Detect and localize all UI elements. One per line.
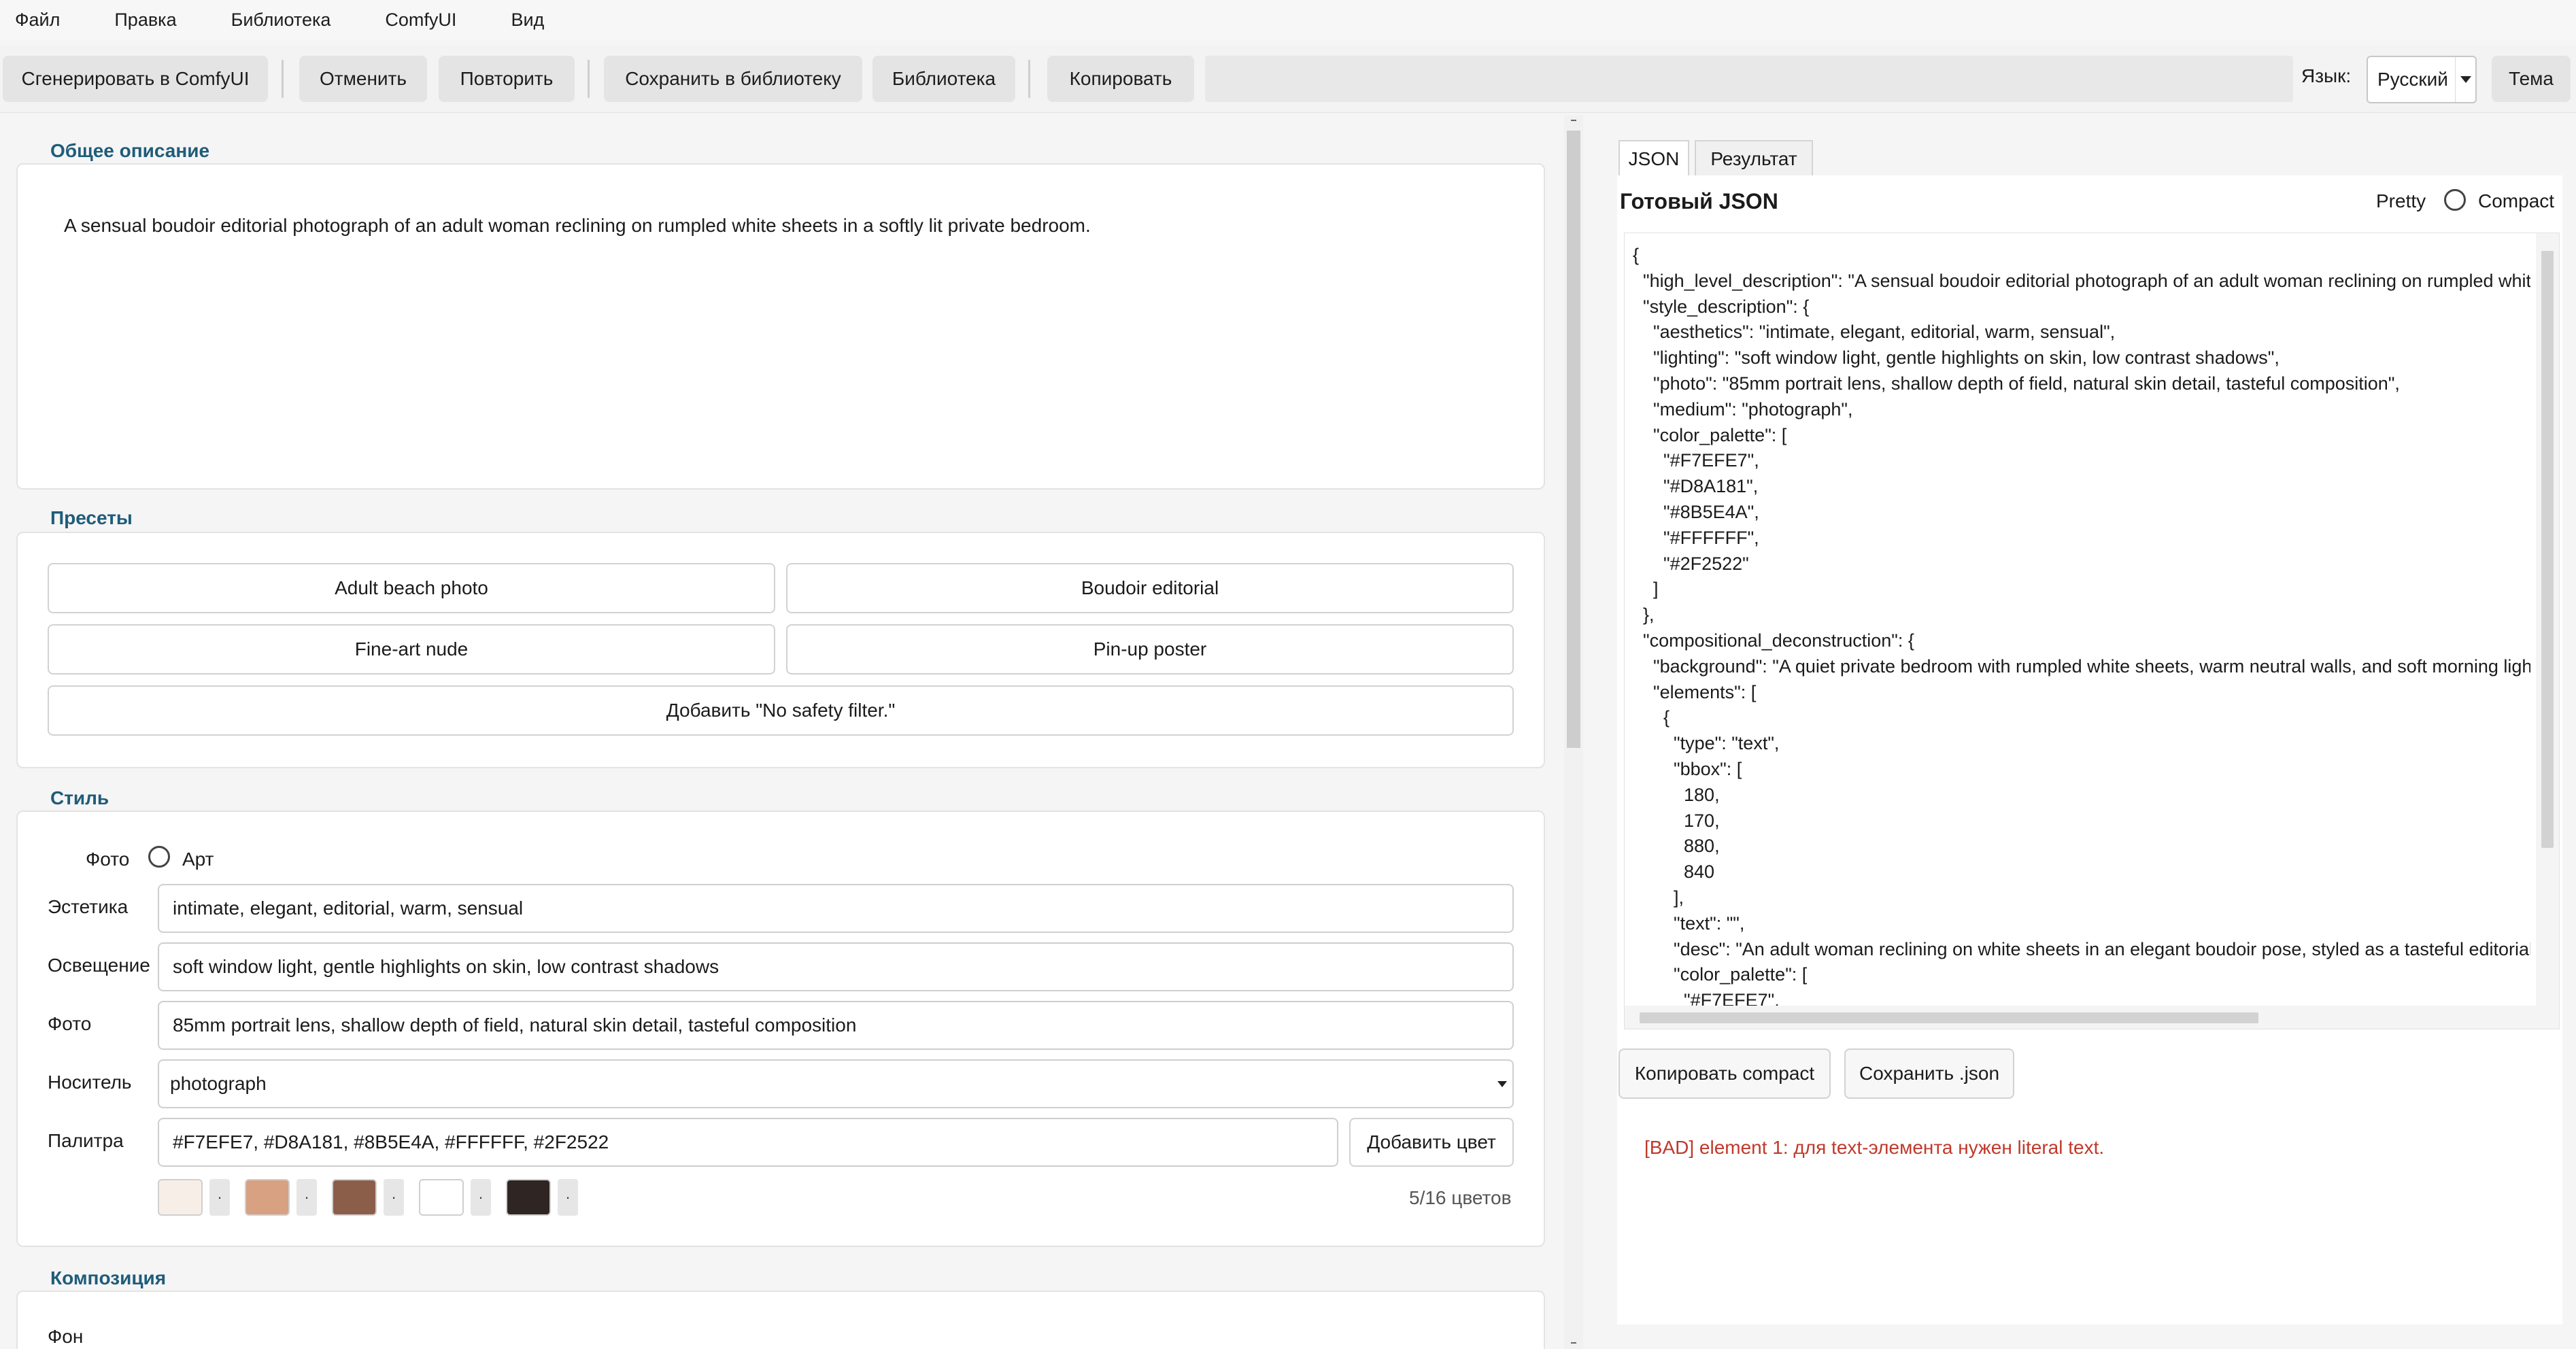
pretty-label[interactable]: Pretty xyxy=(2376,190,2426,212)
validation-log: [BAD] element 1: для text-элемента нужен… xyxy=(1617,1107,2562,1325)
menu-file[interactable]: Файл xyxy=(15,10,60,31)
swatch-menu-button[interactable]: · xyxy=(471,1179,491,1216)
language-label: Язык: xyxy=(2301,65,2352,86)
compact-label[interactable]: Compact xyxy=(2478,190,2554,212)
json-horizontal-scrollbar[interactable] xyxy=(1625,1006,2537,1029)
color-swatch[interactable] xyxy=(158,1179,203,1216)
mode-art-radio[interactable] xyxy=(148,846,170,868)
general-description-text[interactable]: A sensual boudoir editorial photograph o… xyxy=(64,215,1091,237)
aesthetics-field[interactable]: intimate, elegant, editorial, warm, sens… xyxy=(158,884,1514,933)
presets-title: Пресеты xyxy=(46,507,137,529)
undo-button[interactable]: Отменить xyxy=(299,56,427,102)
menu-edit[interactable]: Правка xyxy=(114,10,176,31)
scroll-thumb[interactable] xyxy=(1640,1012,2258,1023)
save-to-library-button[interactable]: Сохранить в библиотеку xyxy=(604,56,862,102)
photo-field[interactable]: 85mm portrait lens, shallow depth of fie… xyxy=(158,1001,1514,1050)
chevron-down-icon xyxy=(2455,57,2475,102)
general-description-title: Общее описание xyxy=(46,140,214,162)
menu-comfyui[interactable]: ComfyUI xyxy=(385,10,456,31)
chevron-down-icon xyxy=(1497,1081,1507,1087)
color-swatch[interactable] xyxy=(245,1179,290,1216)
library-button[interactable]: Библиотека xyxy=(872,56,1015,102)
json-vertical-scrollbar[interactable] xyxy=(2536,233,2559,1029)
style-title: Стиль xyxy=(46,787,114,809)
menu-library[interactable]: Библиотека xyxy=(231,10,331,31)
validation-error-message: [BAD] element 1: для text-элемента нужен… xyxy=(1644,1137,2105,1158)
swatch-menu-button[interactable]: · xyxy=(209,1179,230,1216)
json-text-area[interactable]: { "high_level_description": "A sensual b… xyxy=(1624,233,2560,1029)
language-value: Русский xyxy=(2377,69,2448,90)
composition-title: Композиция xyxy=(46,1267,171,1289)
photo-label: Фото xyxy=(48,1013,92,1034)
palette-label: Палитра xyxy=(48,1130,124,1151)
mode-art-label[interactable]: Арт xyxy=(182,849,214,870)
theme-button[interactable]: Тема xyxy=(2492,56,2571,102)
menubar: Файл Правка Библиотека ComfyUI Вид xyxy=(0,0,2576,39)
toolbar-separator xyxy=(1028,60,1030,98)
menu-view[interactable]: Вид xyxy=(511,10,544,31)
tab-result[interactable]: Результат xyxy=(1695,140,1813,177)
copy-compact-button[interactable]: Копировать compact xyxy=(1619,1048,1831,1099)
swatch-menu-button[interactable]: · xyxy=(296,1179,317,1216)
toolbar-spacer xyxy=(1205,56,2293,102)
color-swatch[interactable] xyxy=(419,1179,464,1216)
composition-section xyxy=(16,1291,1545,1349)
toolbar-separator xyxy=(282,60,284,98)
add-no-safety-filter-button[interactable]: Добавить "No safety filter." xyxy=(48,685,1514,736)
preset-pin-up-button[interactable]: Pin-up poster xyxy=(786,624,1514,674)
lighting-field[interactable]: soft window light, gentle highlights on … xyxy=(158,942,1514,991)
general-description-section xyxy=(16,163,1545,490)
copy-button[interactable]: Копировать xyxy=(1047,56,1194,102)
palette-field[interactable]: #F7EFE7, #D8A181, #8B5E4A, #FFFFFF, #2F2… xyxy=(158,1118,1338,1167)
save-json-button[interactable]: Сохранить .json xyxy=(1844,1048,2014,1099)
medium-select[interactable]: photograph xyxy=(158,1059,1514,1108)
medium-label: Носитель xyxy=(48,1072,132,1093)
preset-boudoir-button[interactable]: Boudoir editorial xyxy=(786,563,1514,613)
compact-radio[interactable] xyxy=(2444,189,2466,211)
json-heading: Готовый JSON xyxy=(1620,189,1778,214)
mode-photo-label[interactable]: Фото xyxy=(86,849,129,870)
background-label: Фон xyxy=(48,1326,84,1347)
language-select[interactable]: Русский xyxy=(2367,56,2477,103)
lighting-label: Освещение xyxy=(48,955,150,976)
scroll-thumb[interactable] xyxy=(2541,251,2554,848)
color-swatch[interactable] xyxy=(332,1179,377,1216)
scroll-up-icon[interactable] xyxy=(1571,120,1576,125)
json-text-content[interactable]: { "high_level_description": "A sensual b… xyxy=(1633,243,2530,1018)
redo-button[interactable]: Повторить xyxy=(439,56,575,102)
toolbar: Сгенерировать в ComfyUI Отменить Повтори… xyxy=(0,45,2576,113)
medium-value: photograph xyxy=(170,1073,267,1094)
scroll-down-icon[interactable] xyxy=(1571,1338,1576,1344)
color-swatch[interactable] xyxy=(506,1179,551,1216)
color-count: 5/16 цветов xyxy=(1409,1187,1512,1208)
toolbar-separator xyxy=(588,60,590,98)
aesthetics-label: Эстетика xyxy=(48,896,129,917)
swatch-menu-button[interactable]: · xyxy=(384,1179,404,1216)
swatch-menu-button[interactable]: · xyxy=(558,1179,578,1216)
tab-json[interactable]: JSON xyxy=(1619,140,1689,177)
preset-fine-art-button[interactable]: Fine-art nude xyxy=(48,624,775,674)
left-panel-scrollbar[interactable] xyxy=(1564,116,1583,1349)
preset-adult-beach-button[interactable]: Adult beach photo xyxy=(48,563,775,613)
scroll-thumb[interactable] xyxy=(1567,131,1580,748)
add-color-button[interactable]: Добавить цвет xyxy=(1349,1118,1514,1167)
generate-comfyui-button[interactable]: Сгенерировать в ComfyUI xyxy=(3,56,268,102)
